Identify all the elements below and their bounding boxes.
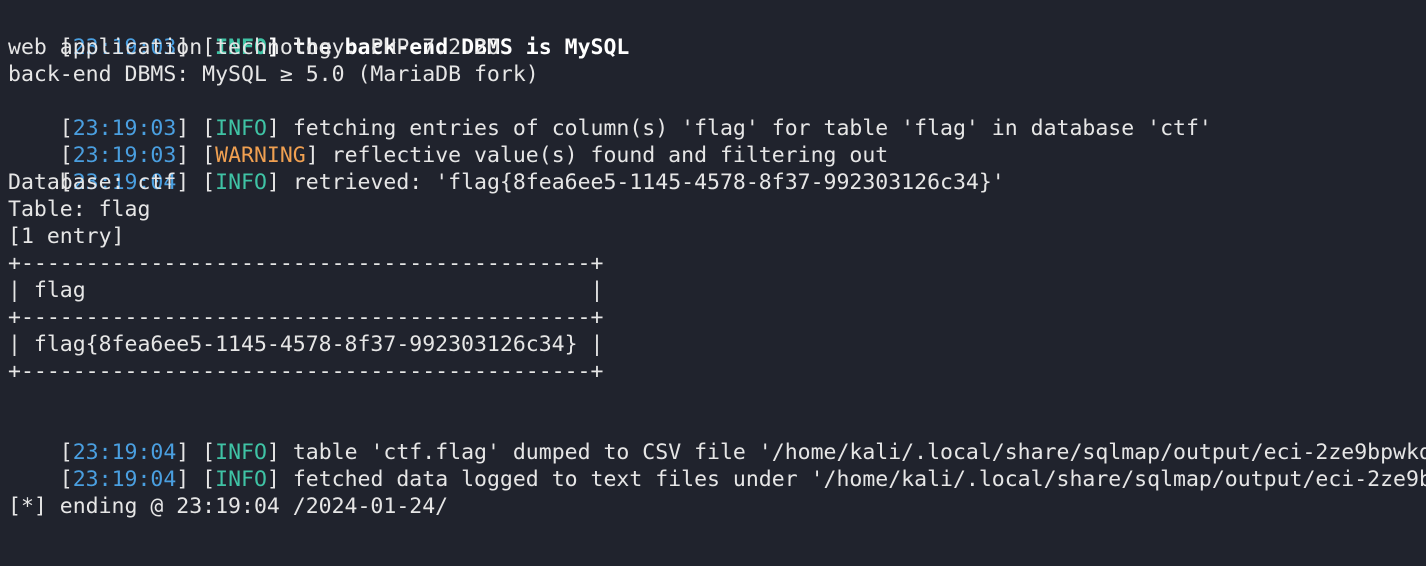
log-line-dbms-detected: [23:19:03] [INFO] the back-end DBMS is M… <box>8 7 630 60</box>
bracket-mid: ] [ <box>176 467 216 492</box>
table-data-row: | flag{8fea6ee5-1145-4578-8f37-992303126… <box>8 332 604 357</box>
log-message: retrieved: 'flag{8fea6ee5-1145-4578-8f37… <box>292 170 1005 195</box>
table-border-middle: +---------------------------------------… <box>8 305 604 330</box>
timestamp: 23:19:04 <box>72 467 177 492</box>
log-line-retrieved: [23:19:04] [INFO] retrieved: 'flag{8fea6… <box>8 142 1005 195</box>
bracket-open: [ <box>59 467 73 492</box>
output-ending-line: [*] ending @ 23:19:04 /2024-01-24/ <box>8 494 449 519</box>
output-table-name: Table: flag <box>8 197 151 222</box>
log-message: fetched data logged to text files under … <box>292 467 1426 492</box>
log-level-info: INFO <box>215 170 267 195</box>
output-entry-count: [1 entry] <box>8 224 125 249</box>
bracket-close: ] <box>266 170 293 195</box>
output-database-name: Database: ctf <box>8 170 177 195</box>
log-line-csv-dumped: [23:19:04] [INFO] table 'ctf.flag' dumpe… <box>8 412 1426 465</box>
output-backend-dbms: back-end DBMS: MySQL ≥ 5.0 (MariaDB fork… <box>8 62 539 87</box>
log-line-reflective-warning: [23:19:03] [WARNING] reflective value(s)… <box>8 115 888 168</box>
log-level-info: INFO <box>215 467 267 492</box>
terminal-window[interactable]: [23:19:03] [INFO] the back-end DBMS is M… <box>0 0 1426 566</box>
bracket-mid: ] [ <box>176 170 216 195</box>
table-header-row: | flag | <box>8 278 604 303</box>
bracket-close: ] <box>266 467 293 492</box>
output-web-tech: web application technology: PHP 7.2.20 <box>8 35 500 60</box>
table-border-bottom: +---------------------------------------… <box>8 359 604 384</box>
log-line-fetching-entries: [23:19:03] [INFO] fetching entries of co… <box>8 88 1212 141</box>
table-border-top: +---------------------------------------… <box>8 251 604 276</box>
log-line-data-logged: [23:19:04] [INFO] fetched data logged to… <box>8 439 1426 492</box>
